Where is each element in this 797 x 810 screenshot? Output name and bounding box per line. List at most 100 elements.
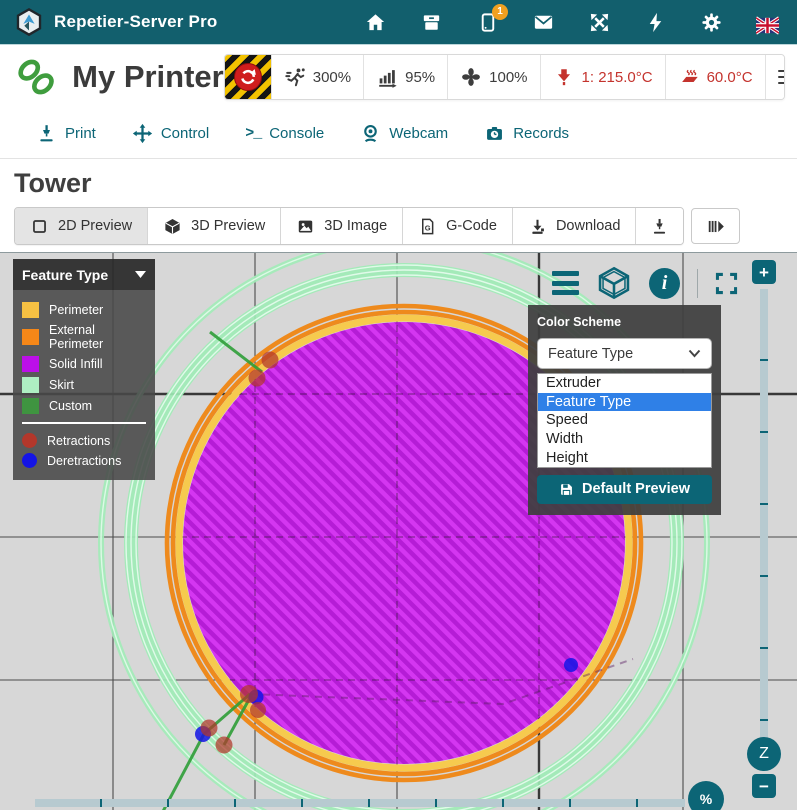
view-3d-preview-button[interactable]: 3D Preview xyxy=(147,208,280,244)
zoom-out-button[interactable]: − xyxy=(752,774,776,798)
legend-header[interactable]: Feature Type xyxy=(13,259,155,290)
deretractions-dot xyxy=(22,453,37,468)
tab-webcam[interactable]: Webcam xyxy=(360,123,448,144)
tab-control[interactable]: Control xyxy=(132,123,209,144)
layer-animation-button[interactable] xyxy=(691,208,740,244)
extruder-temp-icon xyxy=(553,66,575,88)
color-scheme-panel: Color Scheme Feature Type Extruder Featu… xyxy=(528,305,721,515)
speed-multiplier-button[interactable]: 300% xyxy=(271,55,363,99)
printer-toolbar: 300% 95% 100% 1: 215.0°C 60.0°C xyxy=(224,54,785,100)
job-title: Tower xyxy=(14,168,797,199)
legend-item: Perimeter xyxy=(22,302,146,318)
emergency-stop-button[interactable] xyxy=(225,55,271,99)
chevron-down-icon xyxy=(135,271,146,278)
option-height[interactable]: Height xyxy=(538,448,711,467)
progress-slider[interactable] xyxy=(35,799,685,807)
download-button[interactable]: Download xyxy=(512,208,636,244)
legend-marker: Deretractions xyxy=(22,453,146,468)
flow-bars-icon xyxy=(376,66,398,88)
option-speed[interactable]: Speed xyxy=(538,411,711,430)
settings-icon[interactable] xyxy=(700,11,723,34)
printer-tabbar: Print Control >_ Console Webcam Records xyxy=(0,109,797,159)
devices-icon[interactable]: 1 xyxy=(476,11,499,34)
brand[interactable]: Repetier-Server Pro xyxy=(14,7,217,37)
print-nozzle-icon xyxy=(36,123,57,144)
view-gcode-button[interactable]: G G-Code xyxy=(402,208,512,244)
view-button-row: 2D Preview 3D Preview 3D Image G G-Code … xyxy=(14,207,797,245)
printer-menu-button[interactable] xyxy=(765,55,785,99)
legend-item: Skirt xyxy=(22,377,146,393)
top-navbar: Repetier-Server Pro 1 xyxy=(0,0,797,45)
image-icon xyxy=(296,217,315,236)
color-scheme-selected-value: Feature Type xyxy=(548,346,633,362)
fan-speed-button[interactable]: 100% xyxy=(447,55,539,99)
view-3d-image-button[interactable]: 3D Image xyxy=(280,208,402,244)
fan-icon xyxy=(460,66,482,88)
canvas-3d-view-icon[interactable] xyxy=(596,265,632,301)
records-camera-icon xyxy=(484,123,505,144)
menu-icon xyxy=(778,70,785,85)
canvas-menu-icon[interactable] xyxy=(552,271,579,295)
view-2d-preview-button[interactable]: 2D Preview xyxy=(15,208,147,244)
skirt-swatch xyxy=(22,377,39,393)
canvas-fullscreen-icon[interactable] xyxy=(697,269,741,298)
tab-console-label: Console xyxy=(269,125,324,142)
tab-print-label: Print xyxy=(65,125,96,142)
print-job-button[interactable] xyxy=(635,208,683,244)
repetier-logo-icon xyxy=(14,7,44,37)
custom-swatch xyxy=(22,398,39,414)
language-flag-icon[interactable] xyxy=(756,11,779,34)
solid-infill-swatch xyxy=(22,356,39,372)
square-outline-icon xyxy=(30,217,49,236)
save-icon xyxy=(559,482,574,497)
flow-value: 95% xyxy=(405,69,435,86)
legend-body: Perimeter External Perimeter Solid Infil… xyxy=(13,290,155,480)
canvas-info-icon[interactable]: i xyxy=(649,268,680,299)
option-feature-type[interactable]: Feature Type xyxy=(538,393,711,412)
default-preview-button[interactable]: Default Preview xyxy=(537,475,712,504)
emergency-stop-icon xyxy=(234,63,262,91)
tab-records-label: Records xyxy=(513,125,569,142)
tab-console[interactable]: >_ Console xyxy=(245,125,324,142)
printer-header: My Printer 300% 95% 100% 1: 215.0°C xyxy=(0,45,797,109)
fan-value: 100% xyxy=(489,69,527,86)
tab-print[interactable]: Print xyxy=(36,123,96,144)
color-scheme-label: Color Scheme xyxy=(537,315,712,329)
webcam-icon xyxy=(360,123,381,144)
move-arrows-icon xyxy=(132,123,153,144)
color-scheme-option-list: Extruder Feature Type Speed Width Height xyxy=(537,373,712,468)
fullscreen-icon[interactable] xyxy=(588,11,611,34)
download-icon xyxy=(528,217,547,236)
perimeter-swatch xyxy=(22,302,39,318)
tab-records[interactable]: Records xyxy=(484,123,569,144)
legend-separator xyxy=(22,422,146,424)
bed-temp-icon xyxy=(678,66,700,88)
legend-item: Custom xyxy=(22,398,146,414)
messages-icon[interactable] xyxy=(532,11,555,34)
extruder-temp-button[interactable]: 1: 215.0°C xyxy=(540,55,665,99)
select-chevron-icon xyxy=(688,349,701,358)
speed-value: 300% xyxy=(313,69,351,86)
flow-multiplier-button[interactable]: 95% xyxy=(363,55,447,99)
option-extruder[interactable]: Extruder xyxy=(538,374,711,393)
legend-panel: Feature Type Perimeter External Perimete… xyxy=(13,259,155,480)
notification-badge: 1 xyxy=(492,4,508,20)
cube-icon xyxy=(163,217,182,236)
tab-control-label: Control xyxy=(161,125,209,142)
option-width[interactable]: Width xyxy=(538,430,711,449)
power-icon[interactable] xyxy=(644,11,667,34)
layer-slider[interactable] xyxy=(760,289,768,755)
percent-mode-button[interactable]: % xyxy=(688,781,724,810)
legend-item: Solid Infill xyxy=(22,356,146,372)
bed-temp-button[interactable]: 60.0°C xyxy=(665,55,765,99)
print-queue-icon[interactable] xyxy=(420,11,443,34)
terminal-icon: >_ xyxy=(245,125,261,142)
z-mode-button[interactable]: Z xyxy=(747,737,781,771)
color-scheme-select[interactable]: Feature Type xyxy=(537,338,712,369)
svg-text:G: G xyxy=(425,223,431,232)
gcode-preview-canvas[interactable]: Feature Type Perimeter External Perimete… xyxy=(0,252,797,810)
canvas-toolbar: i xyxy=(552,265,741,301)
home-icon[interactable] xyxy=(364,11,387,34)
layers-play-icon xyxy=(706,217,725,236)
zoom-in-button[interactable]: + xyxy=(752,260,776,284)
